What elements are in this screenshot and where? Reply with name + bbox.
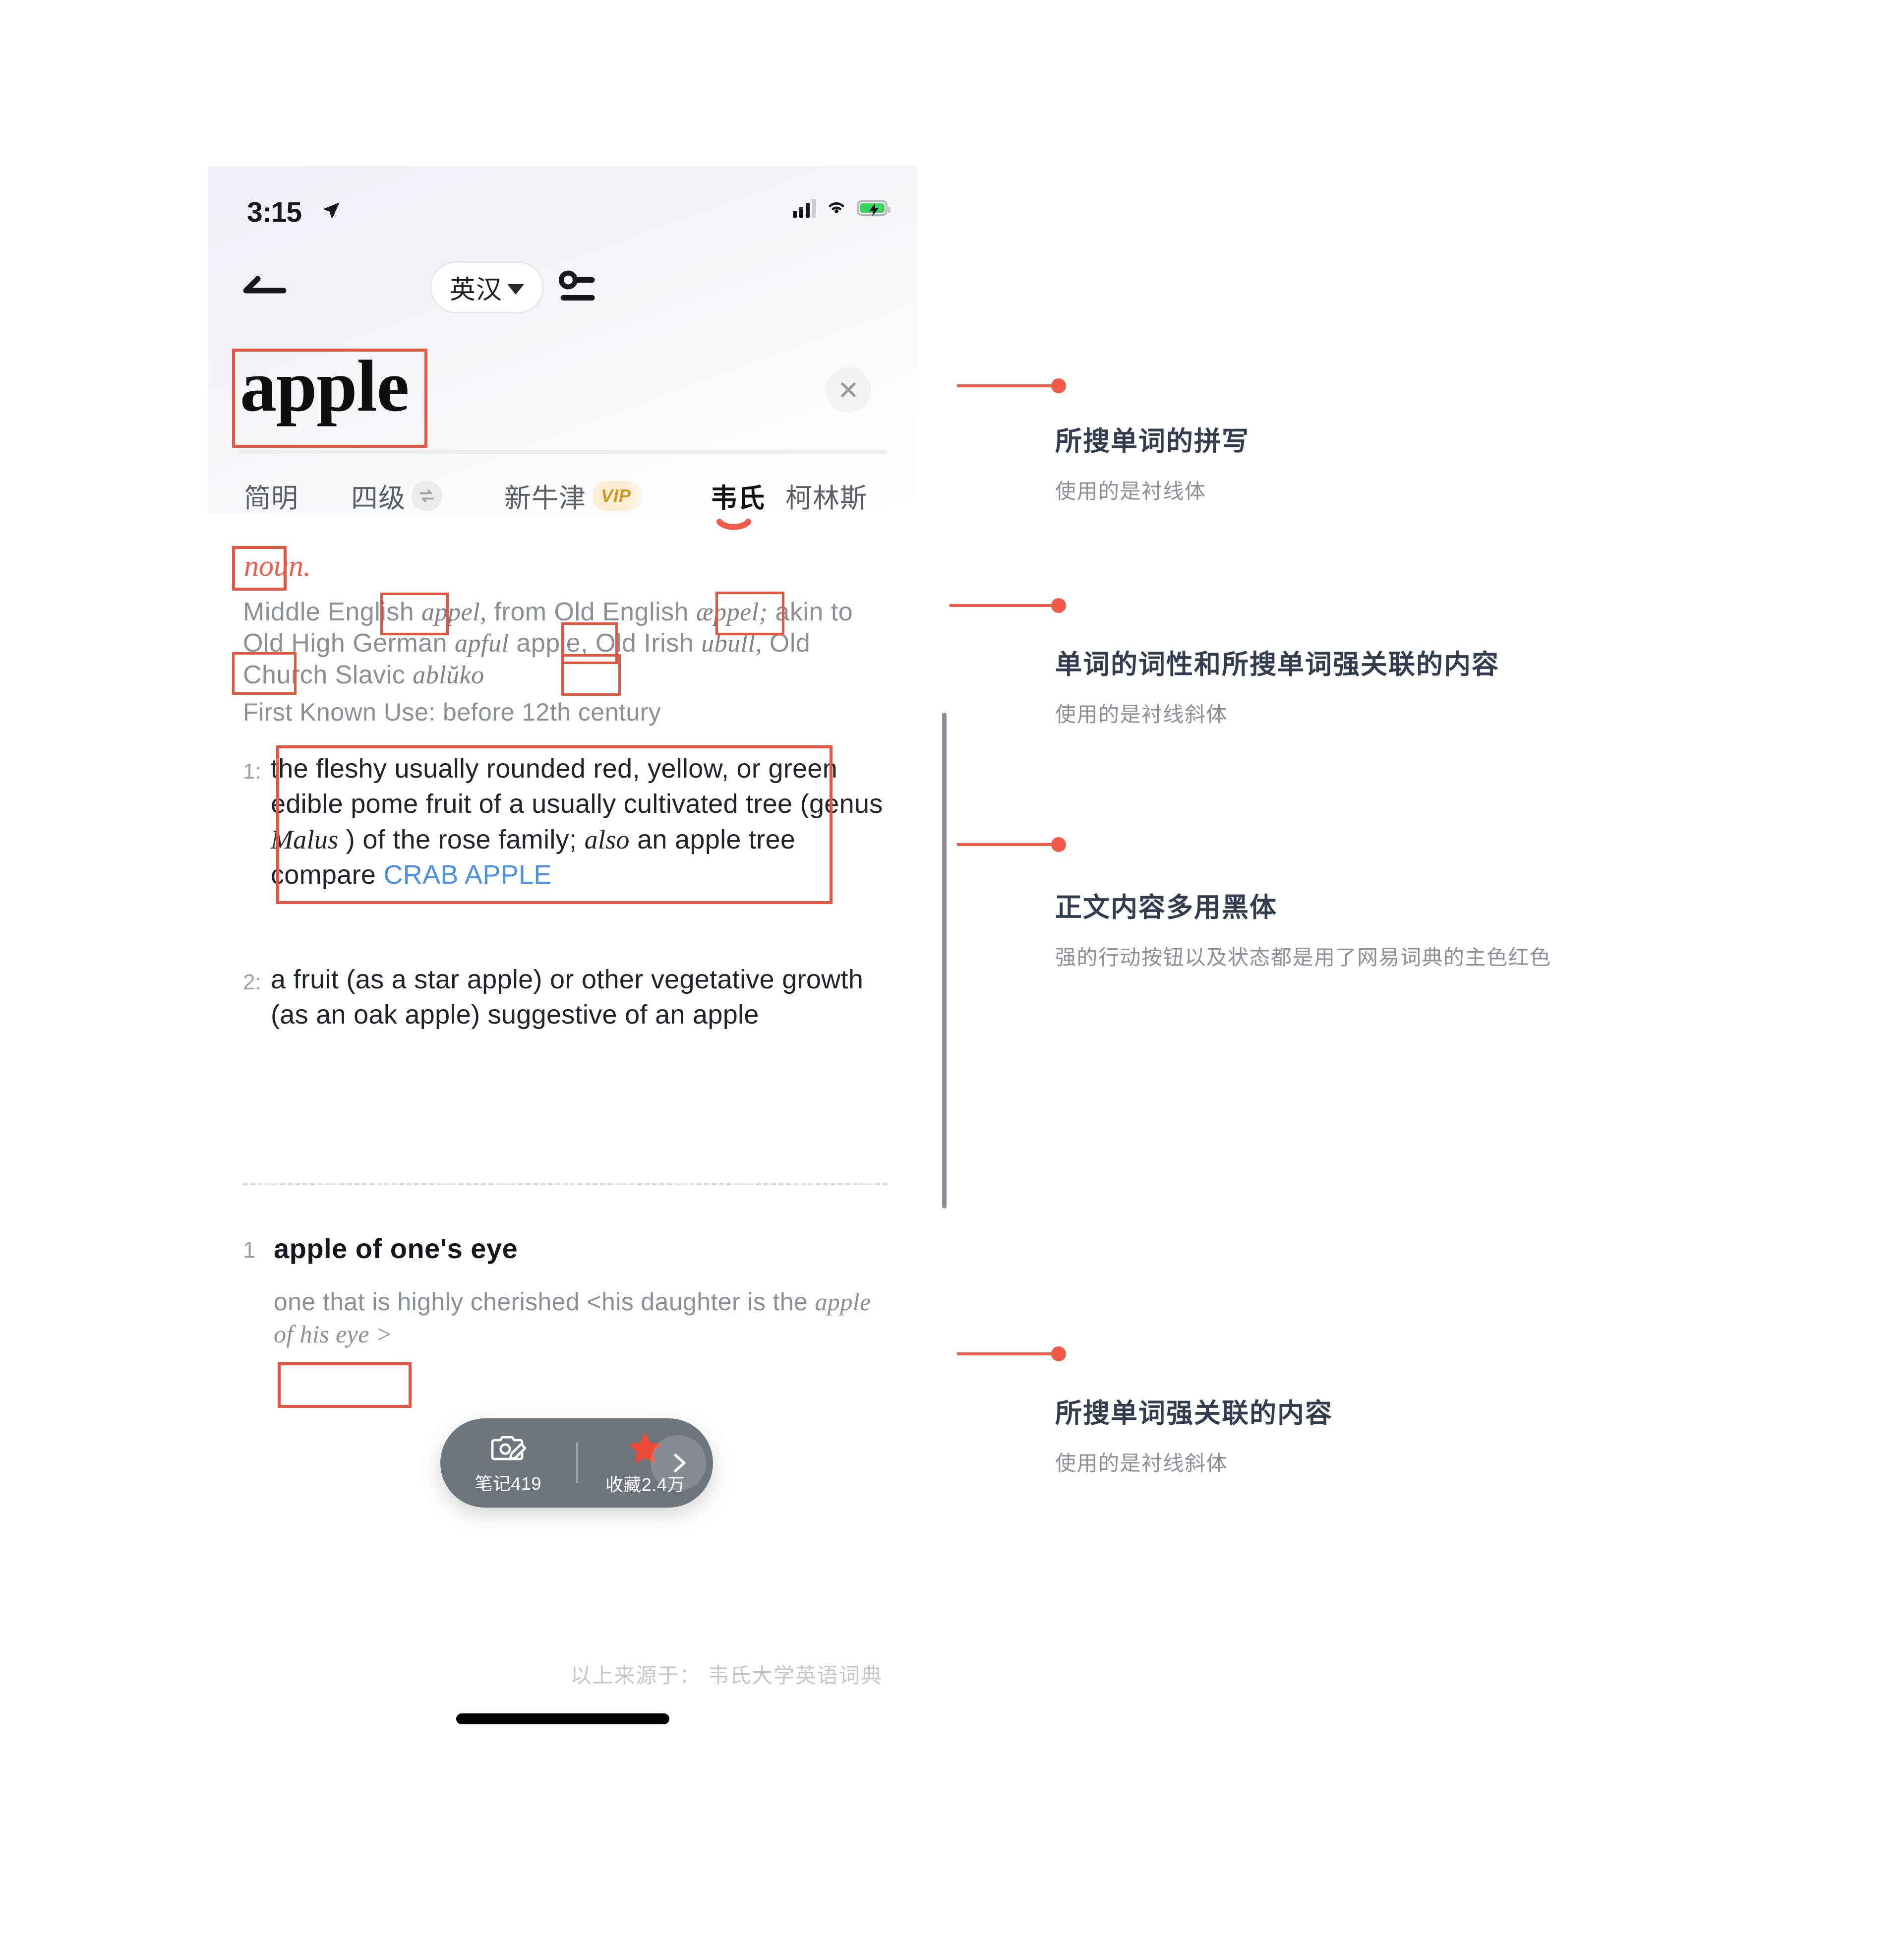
status-bar: 3:15 — [208, 190, 917, 235]
note-label: 笔记419 — [475, 1473, 542, 1494]
definition-row-2: 2: a fruit (as a star apple) or other ve… — [243, 962, 897, 1033]
idiom-number: 1 — [243, 1237, 256, 1263]
tab-label: 简明 — [244, 484, 298, 513]
idiom-definition: one that is highly cherished <his daught… — [274, 1286, 893, 1350]
leader-line-1 — [957, 384, 1056, 387]
language-toggle-button[interactable]: 英汉 — [430, 261, 544, 313]
cellular-signal-icon — [793, 198, 816, 218]
tab-kelinsi[interactable]: 柯林斯 — [785, 476, 867, 515]
leader-line-2 — [950, 604, 1056, 607]
etymology-italic-appel: appel, — [421, 598, 487, 626]
crab-apple-link[interactable]: CRAB APPLE — [384, 860, 552, 890]
part-of-speech: noun. — [244, 549, 311, 582]
first-known-use: First Known Use: before 12th century — [243, 698, 661, 726]
note-camera-icon — [490, 1431, 527, 1466]
close-icon[interactable] — [826, 367, 871, 413]
idiom-title: apple of one's eye — [274, 1233, 518, 1264]
etymology-text: Middle English appel, from Old English æ… — [243, 597, 888, 691]
back-arrow-icon[interactable] — [238, 269, 293, 308]
annotation-sub-3: 强的行动按钮以及状态都是用了网易词典的主色红色 — [1055, 946, 1551, 969]
tab-label: 韦氏 — [711, 484, 765, 513]
etymology-italic-ubull: ubull, — [701, 629, 762, 658]
annotation-title-4: 所搜单词强关联的内容 — [1055, 1398, 1333, 1428]
annotation-vertical-divider — [942, 713, 947, 1209]
etymology-italic-aeppel: æppel; — [696, 598, 768, 626]
definition-italic-also: also — [584, 824, 630, 854]
dictionary-tabs: 简明 四级 新牛津 VIP 韦氏 柯林斯 — [208, 476, 917, 541]
annotation-title-2: 单词的词性和所搜单词强关联的内容 — [1055, 650, 1499, 679]
leader-dot-3 — [1051, 837, 1066, 852]
section-divider — [243, 1183, 888, 1185]
navigation-bar: 英汉 — [208, 258, 917, 317]
annotation-sub-1: 使用的是衬线体 — [1055, 480, 1206, 503]
floating-action-bar: 笔记419 收藏2.4万 — [440, 1418, 713, 1508]
definition-segment: a fruit (as a star apple) or other veget… — [271, 965, 864, 1030]
status-time: 3:15 — [247, 196, 302, 228]
leader-dot-1 — [1051, 378, 1066, 393]
battery-charging-icon — [857, 200, 891, 216]
annotation-sub-4: 使用的是衬线斜体 — [1055, 1452, 1228, 1475]
tab-cet4[interactable]: 四级 — [351, 476, 442, 515]
tab-label: 四级 — [351, 484, 406, 513]
source-attribution: 以上来源于： 韦氏大学英语词典 — [570, 1664, 883, 1687]
leader-line-4 — [957, 1352, 1056, 1355]
search-underline — [238, 450, 888, 454]
etymology-italic-abluko: ablŭko — [413, 661, 484, 689]
wifi-icon — [825, 198, 848, 218]
etymology-segment: apple, Old Irish — [509, 629, 702, 658]
leader-dot-4 — [1051, 1346, 1066, 1361]
chevron-right-icon[interactable] — [651, 1435, 706, 1491]
idiom-segment: one that is highly cherished <his daught… — [274, 1288, 815, 1316]
phone-screen: 3:15 英汉 apple 简明 四级 新牛津 VIP 韦氏 柯林斯 noun.… — [208, 166, 917, 1793]
annotation-sub-2: 使用的是衬线斜体 — [1055, 703, 1228, 726]
chevron-down-icon — [507, 284, 524, 295]
definition-italic-malus: Malus — [271, 824, 339, 854]
vip-badge-label: VIP — [601, 485, 632, 506]
definition-number: 2: — [243, 970, 261, 994]
tab-jianming[interactable]: 简明 — [244, 476, 298, 515]
definition-number: 1: — [243, 759, 261, 784]
highlight-idiom-example — [278, 1362, 412, 1408]
definition-row-1: 1: the fleshy usually rounded red, yello… — [243, 751, 897, 893]
etymology-segment: from Old English — [486, 598, 696, 626]
etymology-italic-apful: apful — [455, 629, 509, 658]
annotation-title-3: 正文内容多用黑体 — [1055, 893, 1277, 922]
swap-icon — [412, 480, 442, 511]
tab-label: 柯林斯 — [785, 484, 867, 513]
language-toggle-label: 英汉 — [449, 276, 502, 304]
definition-segment: ) of the rose family; — [338, 824, 585, 854]
leader-dot-2 — [1051, 598, 1066, 613]
note-button[interactable]: 笔记419 — [440, 1431, 576, 1495]
search-field[interactable]: apple — [208, 350, 917, 464]
active-tab-indicator — [716, 519, 751, 532]
settings-sliders-icon[interactable] — [549, 267, 604, 309]
search-word-text: apple — [240, 346, 409, 427]
tab-xinniujin[interactable]: 新牛津 VIP — [504, 476, 643, 515]
definition-text: a fruit (as a star apple) or other veget… — [271, 962, 897, 1033]
home-indicator — [456, 1713, 669, 1724]
definition-text: the fleshy usually rounded red, yellow, … — [271, 751, 897, 893]
definition-segment: the fleshy usually rounded red, yellow, … — [271, 754, 883, 819]
etymology-segment: Middle English — [243, 598, 422, 626]
tab-label: 新牛津 — [504, 484, 586, 513]
location-arrow-icon — [321, 201, 341, 221]
tab-weishi[interactable]: 韦氏 — [711, 476, 765, 515]
status-indicators — [793, 198, 891, 218]
annotation-title-1: 所搜单词的拼写 — [1055, 426, 1250, 456]
vip-badge: VIP — [592, 481, 643, 511]
leader-line-3 — [957, 843, 1056, 846]
